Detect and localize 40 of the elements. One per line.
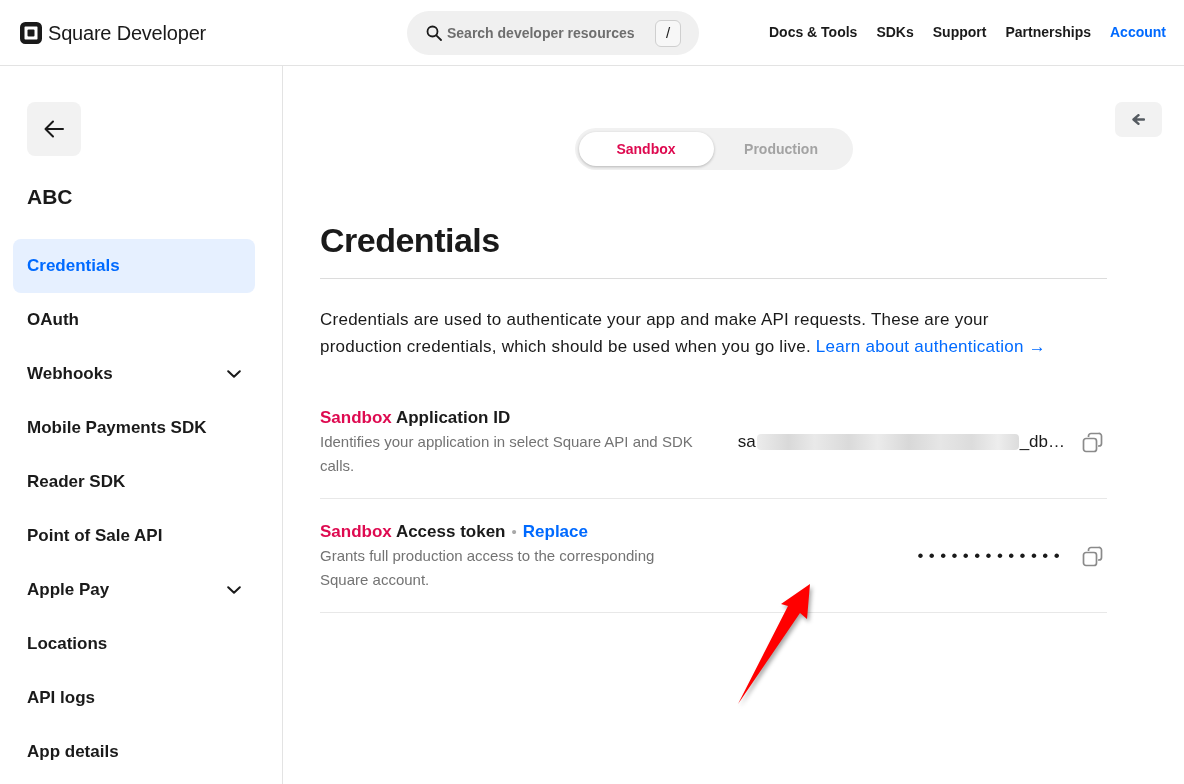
learn-more-link[interactable]: Learn about authentication →	[815, 337, 1046, 356]
left-arrow-icon	[43, 118, 65, 140]
sidebar-item[interactable]: Apple Pay	[13, 563, 255, 617]
sidebar-item[interactable]: Credentials	[13, 239, 255, 293]
chevron-down-icon	[227, 586, 241, 594]
credential-description: Grants full production access to the corresponding Square account.	[320, 546, 656, 590]
nav-link[interactable]: Support	[932, 22, 987, 43]
sidebar-item[interactable]: Reader SDK	[13, 455, 255, 509]
nav-link[interactable]: Partnerships	[1005, 22, 1091, 43]
credential-description: Identifies your application in select Square API and SDK calls.	[320, 432, 694, 476]
sidebar-item[interactable]: Locations	[13, 617, 255, 671]
nav-link[interactable]: SDKs	[876, 22, 914, 43]
sidebar-item[interactable]: Mobile Payments SDK	[13, 401, 255, 455]
environment-tab[interactable]: Sandbox	[578, 132, 714, 166]
app-name: ABC	[27, 185, 74, 209]
page-title: Credentials	[320, 220, 501, 261]
logo-icon[interactable]	[20, 21, 42, 44]
sidebar-item[interactable]: Point of Sale API	[13, 509, 255, 563]
nav-link[interactable]: Account	[1110, 22, 1166, 43]
credential-title: Sandbox Application ID	[320, 407, 511, 429]
collapse-button[interactable]	[1115, 102, 1162, 137]
nav-link[interactable]: Docs & Tools	[768, 22, 858, 43]
sidebar-item[interactable]: App details	[13, 725, 255, 779]
sidebar-item[interactable]: Webhooks	[13, 347, 255, 401]
sidebar-item[interactable]: OAuth	[13, 293, 255, 347]
separator-dot: •	[511, 522, 517, 542]
intro-text: Credentials are used to authenticate your app and make API requests. These are your production credentials, which should be used when you go live. Learn about authentication →	[320, 309, 1047, 358]
sidebar-item[interactable]: API logs	[13, 671, 255, 725]
replace-link[interactable]: Replace	[522, 519, 588, 544]
masked-token: •••••••••••••	[917, 545, 1065, 567]
search-icon	[425, 24, 442, 41]
credential-value: sa	[737, 431, 756, 453]
brand-name[interactable]: Square Developer	[48, 17, 206, 48]
back-button[interactable]	[27, 102, 81, 156]
copy-icon[interactable]	[1082, 545, 1103, 567]
credential-title: Sandbox Access token	[320, 521, 506, 543]
credential-value: _db…	[1019, 431, 1065, 453]
left-arrow-icon	[1132, 114, 1145, 125]
chevron-down-icon	[227, 370, 241, 378]
copy-icon[interactable]	[1082, 431, 1103, 453]
